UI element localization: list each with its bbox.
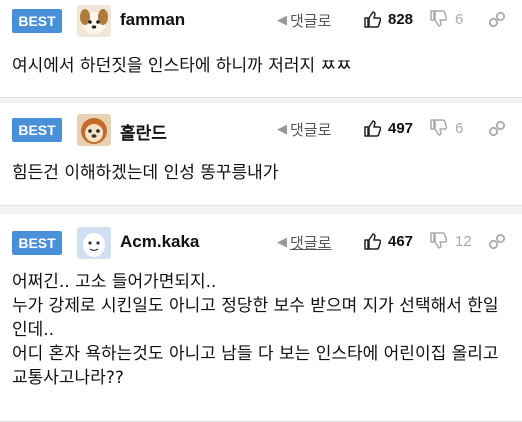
link-icon[interactable]	[488, 119, 506, 139]
comment-text: 여시에서 하던짓을 인스타에 하니까 저러지 ㅉㅉ	[12, 56, 352, 76]
dislike-count: 6	[455, 10, 464, 28]
avatar[interactable]	[77, 5, 111, 37]
like-button[interactable]: 828	[363, 10, 413, 28]
comment-header: BEST 홀란드 ◀ 댓글로 497 6	[0, 109, 522, 149]
reply-label: 댓글로	[290, 234, 332, 252]
link-icon[interactable]	[488, 10, 506, 30]
comment-item: BEST famman ◀ 댓글로 828 6 여시에서 하던짓을 인스타에 하…	[0, 0, 522, 98]
comment-header: BEST Acm.kaka ◀ 댓글로 467 12	[0, 222, 522, 262]
reply-button[interactable]: ◀ 댓글로	[277, 232, 331, 253]
dislike-button[interactable]: 12	[429, 232, 472, 250]
like-button[interactable]: 497	[363, 119, 413, 137]
like-count: 497	[388, 119, 414, 137]
reply-arrow-icon: ◀	[277, 235, 287, 250]
thumbs-down-icon	[429, 232, 447, 250]
dislike-button[interactable]: 6	[429, 119, 463, 137]
like-button[interactable]: 467	[363, 232, 413, 250]
dislike-button[interactable]: 6	[429, 10, 463, 28]
comment-text: 어쩌긴.. 고소 들어가면되지.. 누가 강제로 시킨일도 아니고 정당한 보수…	[12, 272, 499, 388]
username[interactable]: Acm.kaka	[120, 232, 199, 252]
comment-header: BEST famman ◀ 댓글로 828 6	[0, 0, 522, 40]
like-count: 828	[388, 10, 414, 28]
link-icon[interactable]	[488, 232, 506, 252]
reply-button[interactable]: ◀ 댓글로	[277, 119, 331, 140]
dislike-count: 12	[455, 232, 472, 250]
username[interactable]: 홀란드	[120, 119, 167, 144]
comment-text: 힘든건 이해하겠는데 인성 똥꾸릉내가	[12, 163, 279, 183]
best-badge: BEST	[12, 118, 62, 142]
thumbs-up-icon	[363, 232, 381, 250]
avatar[interactable]	[77, 227, 111, 259]
best-badge: BEST	[12, 231, 62, 255]
comment-item: BEST 홀란드 ◀ 댓글로 497 6 힘든건 이해하겠는데 인성 똥꾸릉내가	[0, 103, 522, 206]
like-count: 467	[388, 232, 414, 250]
best-badge: BEST	[12, 9, 62, 33]
reply-button[interactable]: ◀ 댓글로	[277, 10, 331, 31]
comment-item: BEST Acm.kaka ◀ 댓글로 467 12 어쩌긴.. 고소 들어가면…	[0, 214, 522, 422]
reply-label: 댓글로	[290, 121, 332, 139]
thumbs-down-icon	[429, 119, 447, 137]
reply-label: 댓글로	[290, 12, 332, 30]
thumbs-down-icon	[429, 10, 447, 28]
reply-arrow-icon: ◀	[277, 13, 287, 28]
reply-arrow-icon: ◀	[277, 122, 287, 137]
avatar[interactable]	[77, 114, 111, 146]
username[interactable]: famman	[120, 10, 185, 30]
dislike-count: 6	[455, 119, 464, 137]
thumbs-up-icon	[363, 10, 381, 28]
thumbs-up-icon	[363, 119, 381, 137]
